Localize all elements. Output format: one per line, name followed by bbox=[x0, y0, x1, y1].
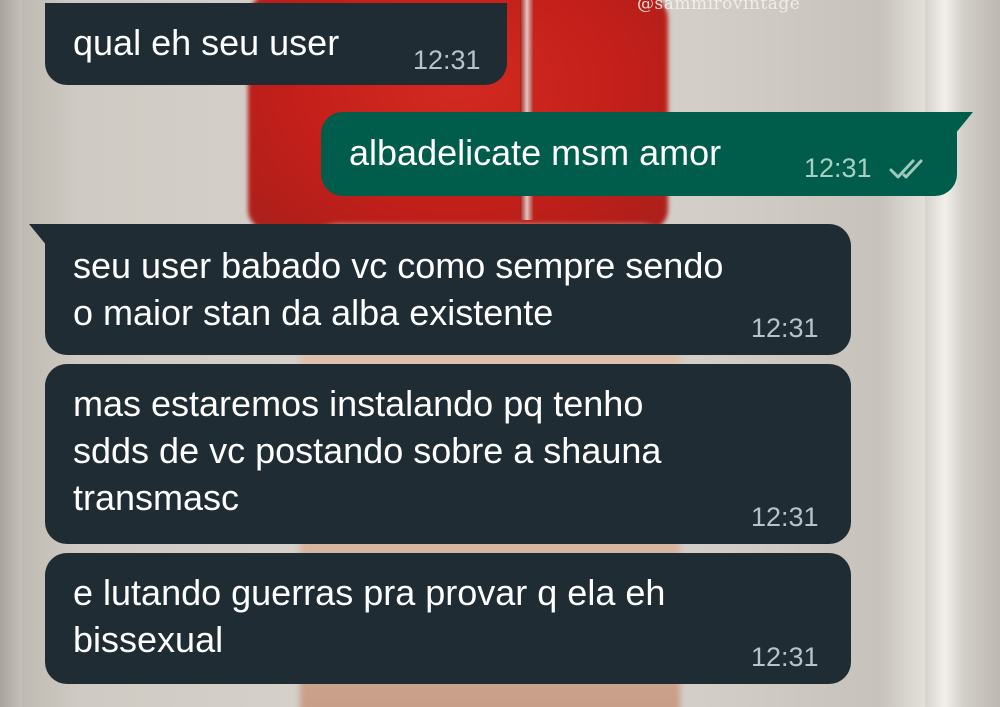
bubble-tail bbox=[29, 224, 47, 246]
message-text: albadelicate msm amor bbox=[349, 132, 722, 173]
message-time: 12:31 bbox=[751, 502, 819, 532]
message-time: 12:31 bbox=[804, 153, 872, 183]
message-bubble-incoming[interactable]: mas estaremos instalando pq tenho sdds d… bbox=[45, 364, 851, 544]
wallpaper-door-frame-left bbox=[0, 0, 22, 707]
message-bubble-incoming[interactable]: seu user babado vc como sempre sendo o m… bbox=[29, 224, 851, 355]
bubble-tail bbox=[955, 112, 973, 134]
message-text: seu user babado vc como sempre sendo o m… bbox=[73, 245, 724, 333]
double-check-icon bbox=[889, 159, 923, 179]
wallpaper-watermark: @sammirovintage bbox=[637, 0, 801, 14]
wallpaper-door-frame-right bbox=[925, 0, 965, 707]
message-bubble-outgoing[interactable]: albadelicate msm amor 12:31 bbox=[321, 112, 973, 196]
message-bubble-incoming[interactable]: qual eh seu user 12:31 bbox=[45, 3, 507, 85]
message-time: 12:31 bbox=[413, 45, 481, 75]
message-text: mas estaremos instalando pq tenho sdds d… bbox=[73, 383, 662, 518]
message-bubble-incoming[interactable]: e lutando guerras pra provar q ela eh bi… bbox=[45, 553, 851, 684]
message-text: e lutando guerras pra provar q ela eh bi… bbox=[73, 572, 666, 660]
message-time: 12:31 bbox=[751, 642, 819, 672]
message-text: qual eh seu user bbox=[73, 22, 340, 63]
message-time: 12:31 bbox=[751, 313, 819, 343]
